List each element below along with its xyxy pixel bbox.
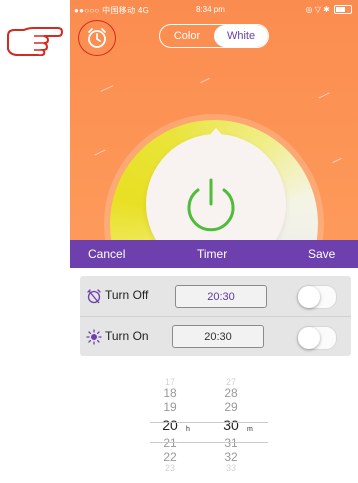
turn-off-time-field[interactable]: 20:30 bbox=[175, 285, 267, 308]
hour-value: 18 bbox=[163, 386, 177, 400]
picker-divider bbox=[150, 442, 268, 443]
sparkle-line bbox=[318, 92, 330, 99]
hour-value: 22 bbox=[163, 450, 177, 464]
hour-column[interactable]: 17 18 19 20 21 22 23 bbox=[155, 377, 185, 473]
sparkle-line bbox=[200, 77, 210, 84]
sparkle-line bbox=[94, 149, 106, 156]
toggle-knob bbox=[298, 286, 320, 308]
power-icon[interactable] bbox=[176, 170, 246, 240]
tab-white[interactable]: White bbox=[214, 25, 268, 47]
cancel-button[interactable]: Cancel bbox=[88, 247, 125, 261]
minute-value: 27 bbox=[225, 377, 236, 387]
hour-value: 23 bbox=[164, 463, 175, 473]
sparkle-line bbox=[332, 157, 342, 164]
sparkle-line bbox=[100, 85, 114, 92]
mode-toggle: Color White bbox=[159, 24, 269, 48]
phone-screen: ●●○○○ 中国移动 4G 8:34 pm ◎ ▽ ✱ Color White bbox=[70, 0, 358, 483]
minute-value: 32 bbox=[224, 450, 238, 464]
minute-value: 33 bbox=[225, 463, 236, 473]
hour-selected: 20 bbox=[162, 417, 178, 433]
light-control-area: ●●○○○ 中国移动 4G 8:34 pm ◎ ▽ ✱ Color White bbox=[70, 0, 358, 240]
turn-on-time-field[interactable]: 20:30 bbox=[172, 325, 264, 348]
tab-color[interactable]: Color bbox=[160, 25, 214, 47]
carrier-text: ●●○○○ 中国移动 4G bbox=[74, 6, 150, 15]
minute-value: 31 bbox=[224, 436, 238, 450]
turn-on-row: Turn On 20:30 bbox=[80, 316, 351, 357]
minute-value: 29 bbox=[224, 400, 238, 414]
turn-off-label: Turn Off bbox=[105, 288, 149, 302]
clock-text: 8:34 pm bbox=[196, 5, 225, 14]
alarm-button[interactable] bbox=[78, 20, 116, 56]
minute-unit: m bbox=[247, 426, 253, 433]
alarm-clock-icon bbox=[88, 28, 106, 48]
turn-on-label: Turn On bbox=[105, 329, 149, 343]
toggle-knob bbox=[298, 327, 320, 349]
turn-off-row: Turn Off 20:30 bbox=[80, 276, 351, 316]
status-bar: ●●○○○ 中国移动 4G 8:34 pm ◎ ▽ ✱ bbox=[70, 4, 358, 18]
minute-column[interactable]: 27 28 29 30 31 32 33 bbox=[216, 377, 246, 473]
hour-value: 21 bbox=[163, 436, 177, 450]
save-button[interactable]: Save bbox=[308, 247, 335, 261]
hour-value: 17 bbox=[164, 377, 175, 387]
picker-divider bbox=[150, 422, 268, 423]
turn-on-toggle[interactable] bbox=[297, 326, 337, 350]
hour-unit: h bbox=[186, 426, 190, 433]
turn-off-toggle[interactable] bbox=[297, 285, 337, 309]
hour-value: 19 bbox=[163, 400, 177, 414]
timer-bar: Cancel Timer Save bbox=[70, 240, 358, 268]
battery-icon bbox=[334, 5, 352, 15]
timer-settings: Turn Off 20:30 Turn On 20:30 bbox=[80, 276, 351, 356]
dial-pointer bbox=[207, 128, 225, 138]
time-picker[interactable]: 17 18 19 20 21 22 23 h 27 28 29 30 31 32… bbox=[150, 378, 280, 483]
minute-value: 28 bbox=[224, 386, 238, 400]
minute-selected: 30 bbox=[223, 417, 239, 433]
status-icons: ◎ ▽ ✱ bbox=[305, 5, 352, 15]
pointing-hand-icon bbox=[7, 27, 64, 56]
alarm-off-icon bbox=[87, 289, 101, 304]
sun-icon bbox=[86, 329, 102, 345]
timer-title: Timer bbox=[197, 247, 228, 261]
